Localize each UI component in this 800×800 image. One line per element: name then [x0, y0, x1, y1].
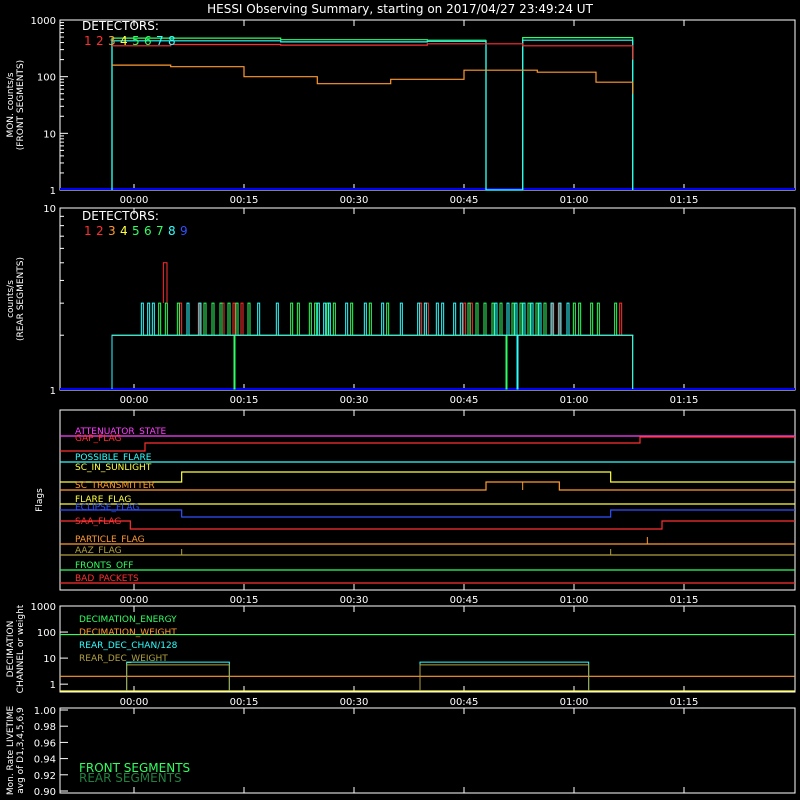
x-tick-label: 01:00: [560, 195, 589, 206]
legend-digit: 3: [108, 224, 116, 238]
decimation-legend: REAR_DEC_WEIGHT: [79, 654, 168, 664]
x-tick-label: 00:45: [450, 697, 479, 708]
rear-dec-weight-step: [419, 664, 590, 691]
decimation-legend: DECIMATION_WEIGHT: [79, 628, 177, 638]
y-axis-label-livetime: Mon. Rate LIVETIME: [6, 706, 16, 796]
legend-digit: 2: [96, 224, 104, 238]
rear-series-3: [111, 302, 634, 390]
legend-title: DETECTORS:: [82, 19, 159, 33]
y-axis-label-rear: counts/s: [6, 280, 16, 318]
rear-series-1: [111, 302, 634, 389]
x-tick-label: 00:45: [450, 195, 479, 206]
y-tick-label: 1000: [31, 602, 56, 613]
legend-digit: 5: [132, 224, 140, 238]
flag-label: ECLIPSE_FLAG: [75, 503, 139, 513]
decimation-legend: DECIMATION_ENERGY: [79, 615, 177, 625]
legend-digit: 9: [180, 224, 188, 238]
legend-digit: 4: [120, 34, 128, 48]
livetime-legend: REAR SEGMENTS: [79, 771, 182, 785]
x-tick-label: 01:00: [560, 395, 589, 406]
legend-digit: 8: [168, 224, 176, 238]
rear-dec-weight-step: [126, 664, 230, 691]
x-tick-label: 00:30: [340, 195, 369, 206]
x-tick-label: 01:15: [670, 195, 699, 206]
flag-line: [60, 509, 795, 518]
x-tick-label: 00:15: [230, 697, 259, 708]
legend-digit: 1: [84, 224, 92, 238]
y-axis-label-flags: Flags: [35, 488, 45, 512]
legend-digit: 8: [168, 34, 176, 48]
y-tick-label: 10: [43, 204, 56, 215]
x-tick-label: 00:30: [340, 697, 369, 708]
x-tick-label: 00:15: [230, 395, 259, 406]
y-tick-label: 0.96: [34, 738, 56, 749]
y-axis-label-decimation: DECIMATION: [6, 621, 16, 678]
y-axis-label-front: (FRONT SEGMENTS): [16, 60, 26, 150]
rear-series-2: [111, 302, 634, 390]
x-tick-label: 00:00: [120, 697, 149, 708]
x-tick-label: 00:30: [340, 395, 369, 406]
x-tick-label: 00:30: [340, 595, 369, 606]
x-tick-label: 01:15: [670, 395, 699, 406]
x-tick-label: 01:15: [670, 697, 699, 708]
legend-digit: 1: [84, 34, 92, 48]
y-tick-label: 0.94: [34, 755, 56, 766]
y-axis-label-livetime: avg of D1,3,4,5,6,9: [16, 707, 26, 794]
front-series-4: [112, 64, 634, 94]
hessi-summary-chart: HESSI Observing Summary, starting on 201…: [6, 2, 796, 798]
flag-label: SC_IN_SUNLIGHT: [75, 463, 152, 473]
legend-digit: 7: [156, 224, 164, 238]
y-tick-label: 0.98: [34, 722, 56, 733]
flag-label: GAP_FLAG: [75, 434, 121, 444]
flag-line: [60, 471, 795, 483]
decimation-legend: REAR_DEC_CHAN/128: [79, 641, 178, 651]
y-tick-label: 0.92: [34, 771, 56, 782]
y-tick-label: 1000: [31, 16, 56, 27]
y-tick-label: 100: [37, 73, 56, 84]
front-series-2: [111, 39, 634, 191]
x-tick-label: 00:45: [450, 595, 479, 606]
y-axis-label-decimation: CHANNEL or weight: [16, 604, 26, 693]
y-tick-label: 0.90: [34, 787, 56, 798]
chart-title: HESSI Observing Summary, starting on 201…: [207, 2, 593, 16]
rear-burst: [162, 262, 168, 304]
flag-label: SAA_FLAG: [75, 517, 121, 527]
y-tick-label: 1.00: [34, 706, 56, 717]
x-tick-label: 00:00: [120, 395, 149, 406]
legend-digit: 5: [132, 34, 140, 48]
legend-digit: 3: [108, 34, 116, 48]
legend-title: DETECTORS:: [82, 209, 159, 223]
legend-digit: 6: [144, 224, 152, 238]
y-tick-label: 100: [37, 628, 56, 639]
y-tick-label: 1: [50, 680, 56, 691]
legend-digit: 2: [96, 34, 104, 48]
x-tick-label: 01:00: [560, 697, 589, 708]
front-series-1: [111, 37, 634, 191]
x-tick-label: 01:15: [670, 595, 699, 606]
x-tick-label: 00:00: [120, 595, 149, 606]
legend-digit: 4: [120, 224, 128, 238]
y-tick-label: 10: [43, 654, 56, 665]
legend-digit: 7: [156, 34, 164, 48]
flag-line: [60, 436, 795, 452]
y-axis-label-front: MON. counts/s: [6, 72, 16, 137]
x-tick-label: 00:15: [230, 595, 259, 606]
x-tick-label: 00:15: [230, 195, 259, 206]
flag-line: [60, 481, 795, 491]
legend-digit: 6: [144, 34, 152, 48]
y-tick-label: 1: [50, 386, 56, 397]
front-series-3: [112, 43, 634, 60]
y-axis-label-rear: (REAR SEGMENTS): [16, 257, 26, 341]
chart-panels: 00:00 00:15 00:30 00:45 01:00 01:15 MON. count…: [6, 16, 796, 798]
y-tick-label: 1: [50, 186, 56, 197]
y-tick-label: 10: [43, 129, 56, 140]
x-tick-label: 01:00: [560, 595, 589, 606]
x-tick-label: 00:00: [120, 195, 149, 206]
x-tick-label: 00:45: [450, 395, 479, 406]
flag-line: [60, 520, 795, 530]
